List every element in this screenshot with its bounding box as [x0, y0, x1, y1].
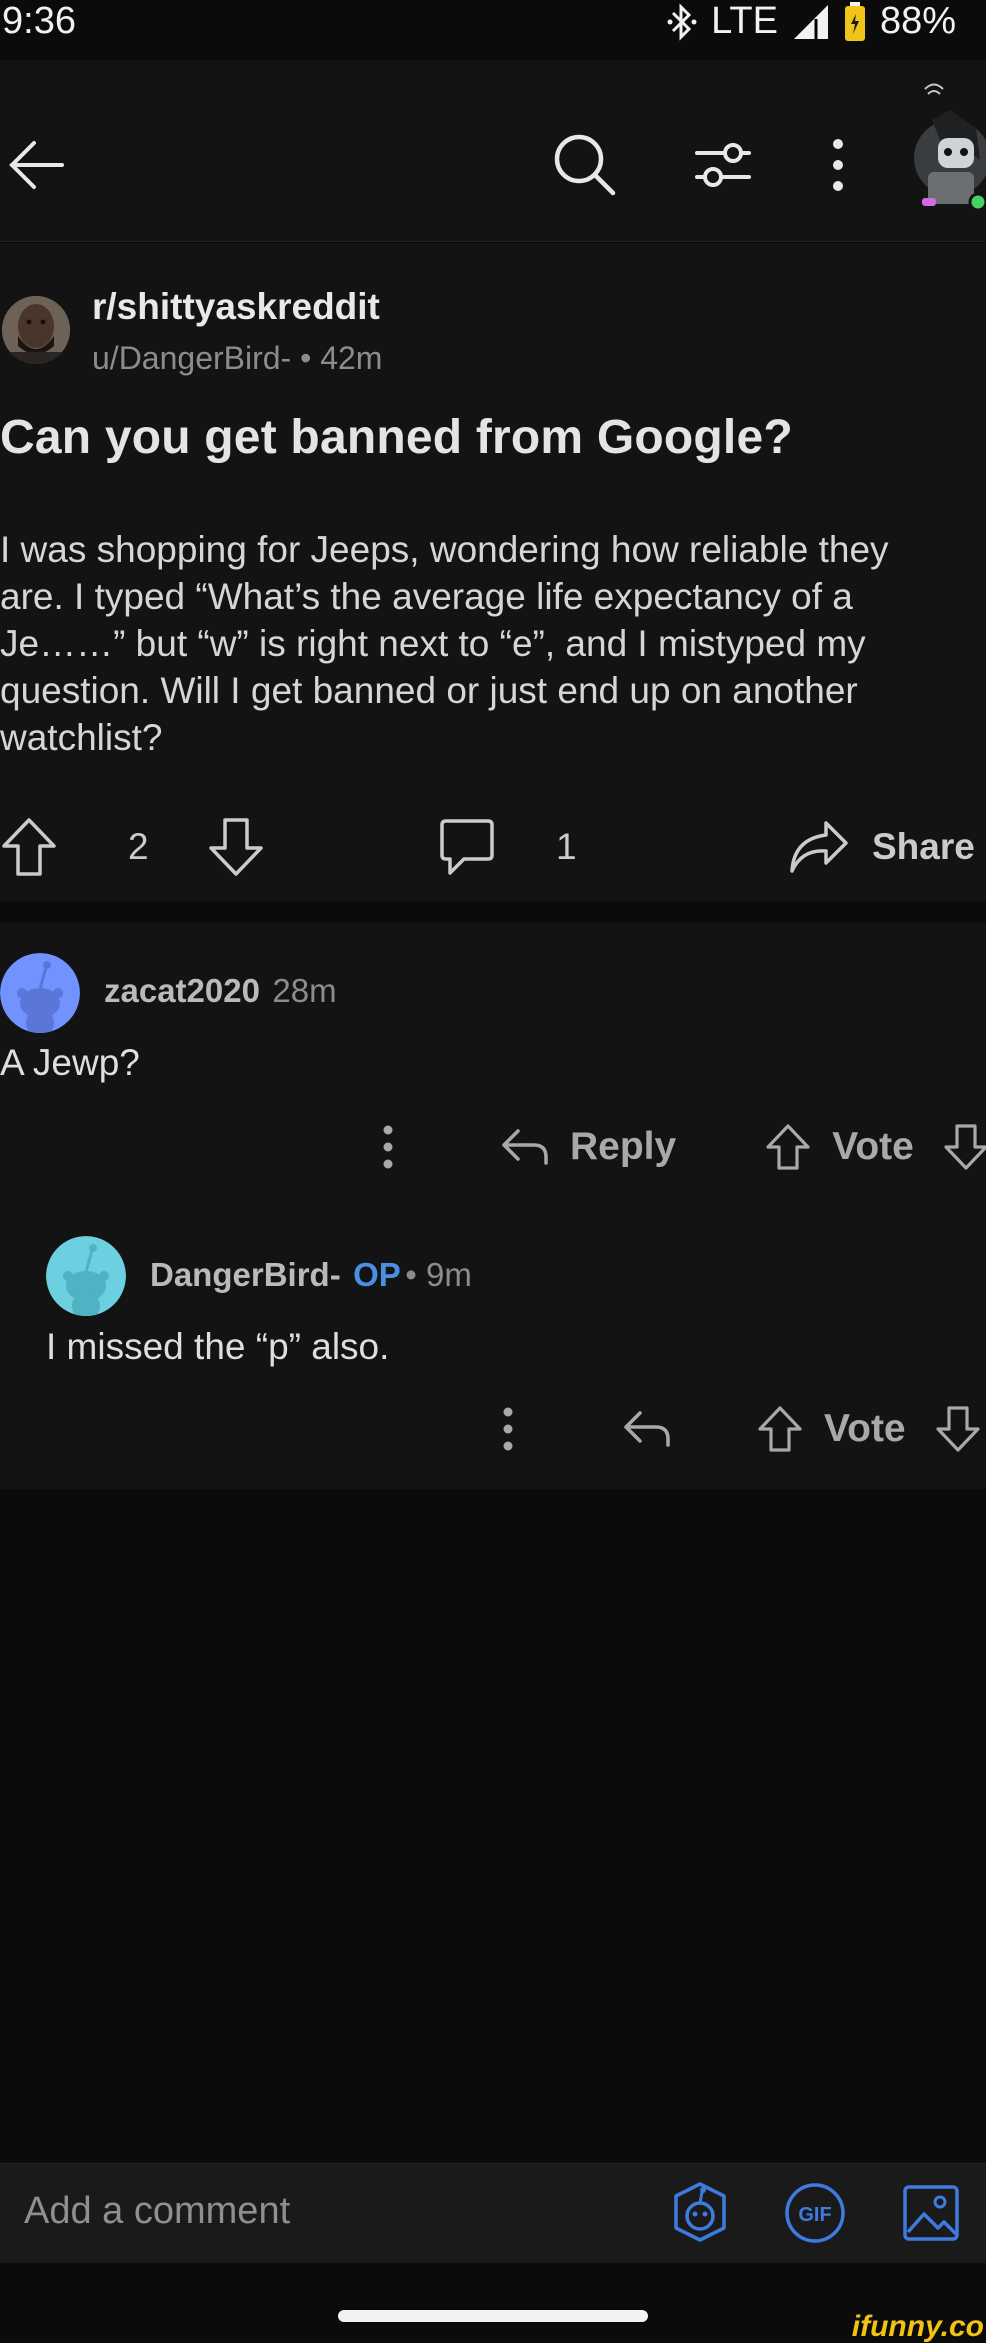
comment-input[interactable]: Add a comment: [24, 2190, 290, 2233]
post-author[interactable]: u/DangerBird-: [92, 340, 291, 376]
post-author-line: u/DangerBird- • 42m: [92, 340, 382, 377]
comment-author[interactable]: DangerBird-: [150, 1256, 341, 1293]
dot-separator: •: [405, 1256, 427, 1293]
search-icon: [551, 131, 617, 197]
gif-icon: GIF: [784, 2182, 846, 2244]
comment-text: I missed the “p” also.: [46, 1326, 390, 1367]
post-comments-button[interactable]: 1: [438, 812, 577, 882]
image-icon: [902, 2184, 960, 2242]
vote-label: Vote: [832, 1125, 914, 1168]
battery-icon: [844, 1, 866, 42]
vote-label: Vote: [824, 1407, 906, 1450]
search-button[interactable]: [548, 128, 620, 200]
share-button[interactable]: Share: [788, 812, 975, 882]
comment-downvote-button[interactable]: [934, 1405, 982, 1453]
post-comment-count: 1: [556, 826, 577, 867]
subreddit-name[interactable]: r/shittyaskreddit: [92, 286, 380, 328]
reply-button[interactable]: [622, 1409, 672, 1449]
share-label: Share: [872, 826, 975, 867]
comment-actions: Vote: [498, 1394, 982, 1464]
comment-more-button[interactable]: [498, 1404, 518, 1454]
bluetooth-icon: [667, 2, 697, 41]
snoovatar-emote-button[interactable]: [668, 2180, 732, 2244]
post-body: I was shopping for Jeeps, wondering how …: [0, 526, 980, 761]
upvote-button[interactable]: [0, 816, 58, 878]
gif-button[interactable]: GIF: [784, 2182, 846, 2244]
reply-arrow-icon: [622, 1409, 672, 1449]
sort-filter-button[interactable]: [690, 132, 756, 198]
snoo-avatar-icon: [892, 80, 986, 210]
signal-icon: [792, 3, 830, 41]
comment-actions: Reply Vote: [378, 1112, 986, 1182]
post-body-line: question. Will I get banned or just end …: [0, 670, 858, 711]
status-bar: 9:36 LTE 88%: [0, 0, 986, 44]
watermark: ifunny.co: [851, 2310, 984, 2343]
back-arrow-icon: [4, 134, 66, 196]
post-body-line: are. I typed “What’s the average life ex…: [0, 576, 853, 617]
svg-text:GIF: GIF: [798, 2204, 831, 2226]
reply-label: Reply: [570, 1125, 677, 1168]
emoji-face-icon: [668, 2180, 732, 2244]
comment-downvote-button[interactable]: [942, 1123, 986, 1171]
comment-age: 28m: [272, 972, 337, 1009]
comment-avatar[interactable]: [0, 953, 80, 1033]
post-comment-divider: [0, 901, 986, 923]
comment-bubble-icon: [438, 817, 496, 877]
reply-button[interactable]: Reply: [500, 1125, 676, 1169]
post-age: 42m: [320, 340, 383, 376]
post-title: Can you get banned from Google?: [0, 411, 793, 464]
share-arrow-icon: [788, 819, 850, 875]
battery-level: 88%: [879, 0, 956, 42]
overflow-menu-button[interactable]: [818, 132, 858, 198]
comment-more-button[interactable]: [378, 1122, 398, 1172]
post-vote-group: 2: [0, 812, 265, 882]
back-button[interactable]: [0, 130, 70, 200]
status-time: 9:36: [2, 0, 76, 42]
post-body-line: Je……” but “w” is right next to “e”, and …: [0, 623, 866, 664]
post-body-line: watchlist?: [0, 717, 163, 758]
gesture-nav-bar[interactable]: [338, 2310, 648, 2322]
comment-upvote-button[interactable]: [756, 1405, 804, 1453]
comment-header: zacat2020 28m: [104, 972, 337, 1010]
comment-header: DangerBird- OP • 9m: [150, 1256, 472, 1294]
comment-age: 9m: [426, 1256, 472, 1293]
post-body-line: I was shopping for Jeeps, wondering how …: [0, 529, 889, 570]
network-label: LTE: [711, 0, 778, 42]
status-indicators: LTE 88%: [667, 0, 956, 43]
author-avatar[interactable]: [2, 296, 70, 364]
image-upload-button[interactable]: [902, 2184, 960, 2242]
comment-upvote-button[interactable]: [764, 1123, 812, 1171]
user-avatar-button[interactable]: [892, 80, 986, 210]
reply-arrow-icon: [500, 1127, 550, 1167]
dot-separator: •: [300, 340, 321, 376]
post-vote-count: 2: [128, 826, 149, 867]
op-badge: OP: [353, 1256, 401, 1293]
comment-author[interactable]: zacat2020: [104, 972, 260, 1009]
downvote-button[interactable]: [207, 816, 265, 878]
comment-text: A Jewp?: [0, 1042, 140, 1083]
comment-avatar[interactable]: [46, 1236, 126, 1316]
more-vertical-icon: [831, 137, 845, 193]
filter-sliders-icon: [693, 137, 753, 193]
